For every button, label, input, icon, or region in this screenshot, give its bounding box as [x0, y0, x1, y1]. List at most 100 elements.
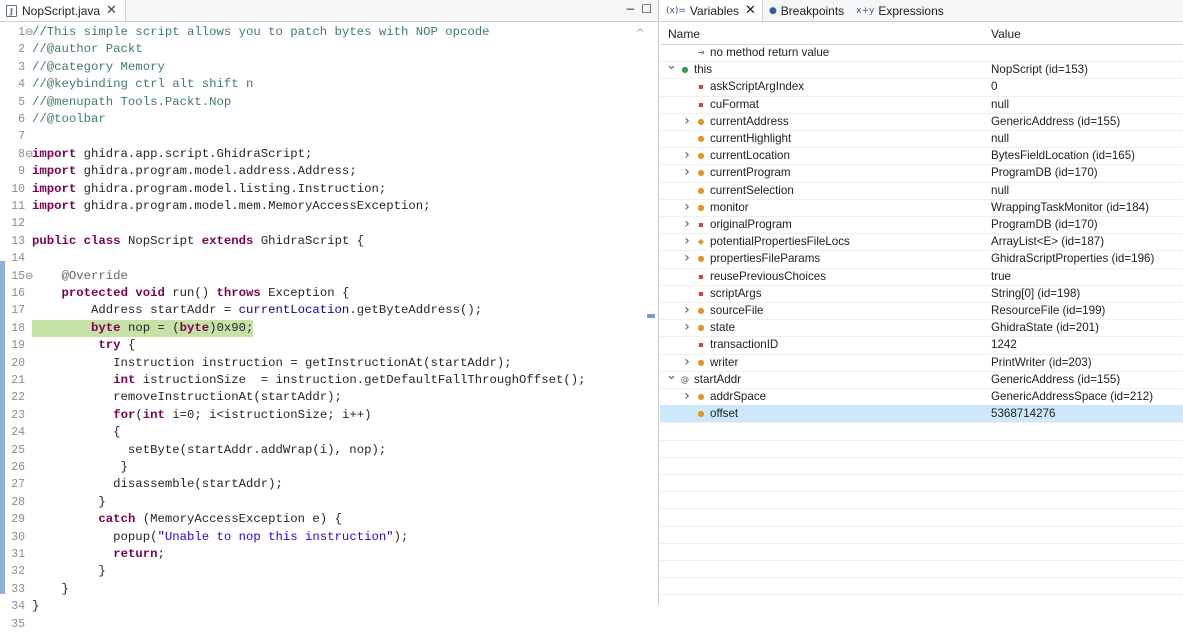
code-line[interactable]: 14 [0, 250, 658, 267]
variable-row[interactable]: › ▪ originalProgram ProgramDB (id=170) [660, 216, 1183, 233]
code-line[interactable]: 29 catch (MemoryAccessException e) { [0, 511, 658, 528]
variable-value: GenericAddressSpace (id=212) [991, 390, 1154, 403]
chevron-right-icon[interactable]: › [682, 354, 692, 371]
code-line[interactable]: 11 import ghidra.program.model.mem.Memory… [0, 198, 658, 215]
variable-row[interactable]: ⇥ no method return value [660, 44, 1183, 61]
variable-row[interactable]: ▪ askScriptArgIndex 0 [660, 78, 1183, 95]
variable-row[interactable]: ▪ scriptArgs String[0] (id=198) [660, 285, 1183, 302]
code-line[interactable]: 31 return; [0, 546, 658, 563]
variable-row[interactable]: › ● currentLocation BytesFieldLocation (id=… [660, 147, 1183, 164]
code-line[interactable]: 4 //@keybinding ctrl alt shift n [0, 76, 658, 93]
chevron-right-icon[interactable]: › [682, 147, 692, 164]
code-line[interactable]: 7 [0, 128, 658, 145]
code-text: //@menupath Tools.Packt.Nop [32, 94, 232, 109]
row-divider [660, 439, 1183, 441]
code-line[interactable]: 9 import ghidra.program.model.address.Add… [0, 163, 658, 180]
code-line[interactable]: 30 popup("Unable to nop this instruction… [0, 529, 658, 546]
value-column-header[interactable]: Value [991, 27, 1021, 41]
variable-row[interactable]: › ● state GhidraState (id=201) [660, 319, 1183, 336]
maximize-icon[interactable]: ☐ [641, 2, 652, 16]
code-line[interactable]: 20 Instruction instruction = getInstruct… [0, 355, 658, 372]
chevron-right-icon[interactable]: › [682, 199, 692, 216]
local-variable-icon: ● [681, 65, 689, 75]
variable-name: transactionID [710, 338, 779, 352]
code-line[interactable]: 10 import ghidra.program.model.listing.In… [0, 181, 658, 198]
code-line[interactable]: 27 disassemble(startAddr); [0, 476, 658, 493]
chevron-right-icon[interactable]: › [682, 302, 692, 319]
code-line[interactable]: 1 ⊖//This simple script allows you to pat… [0, 24, 658, 41]
name-column-header[interactable]: Name [668, 27, 700, 41]
close-icon[interactable]: ✕ [745, 3, 756, 18]
code-line[interactable]: 28 } [0, 494, 658, 511]
variable-row[interactable]: › ● addrSpace GenericAddressSpace (id=212) [660, 388, 1183, 405]
code-line[interactable]: 34} [0, 598, 658, 615]
variable-row[interactable]: ● currentHighlight null [660, 130, 1183, 147]
private-field-icon: ▪ [698, 99, 704, 109]
chevron-right-icon[interactable]: › [682, 233, 692, 250]
line-number: 35 [11, 617, 25, 631]
code-line[interactable]: 6 //@toolbar [0, 111, 658, 128]
scroll-up-icon[interactable]: ^ [636, 28, 644, 39]
tab-variables[interactable]: (x)= Variables ✕ [660, 0, 763, 21]
code-line[interactable]: 23 for(int i=0; i<istructionSize; i++) [0, 407, 658, 424]
code-line[interactable]: 33 } [0, 581, 658, 598]
chevron-right-icon[interactable]: › [682, 250, 692, 267]
variable-row[interactable]: › ● monitor WrappingTaskMonitor (id=184) [660, 199, 1183, 216]
tab-label: Variables [689, 3, 740, 18]
code-line[interactable]: 15 ⊖ @Override [0, 268, 658, 285]
chevron-right-icon[interactable]: › [682, 388, 692, 405]
code-line[interactable]: 17 Address startAddr = currentLocation.g… [0, 302, 658, 319]
code-line[interactable]: 12 [0, 215, 658, 232]
code-text: } [32, 494, 106, 509]
code-text: Address startAddr = currentLocation.getB… [32, 303, 483, 318]
variable-row[interactable]: › ● writer PrintWriter (id=203) [660, 354, 1183, 371]
variable-value: PrintWriter (id=203) [991, 355, 1092, 369]
variable-row[interactable]: › ● sourceFile ResourceFile (id=199) [660, 302, 1183, 319]
code-line[interactable]: 26 } [0, 459, 658, 476]
chevron-down-icon[interactable]: ⌄ [666, 57, 677, 74]
variable-row[interactable]: › ● currentProgram ProgramDB (id=170) [660, 164, 1183, 181]
variable-row[interactable]: ⌄ ● this NopScript (id=153) [660, 58, 1183, 78]
variable-row[interactable]: ▪ cuFormat null [660, 96, 1183, 113]
minimize-icon[interactable]: − [625, 2, 635, 16]
code-line[interactable]: 3 //@category Memory [0, 59, 658, 76]
close-icon[interactable]: ✕ [106, 3, 117, 18]
variable-row[interactable]: ▪ transactionID 1242 [660, 336, 1183, 353]
variable-row[interactable]: ● currentSelection null [660, 182, 1183, 199]
code-line[interactable]: 13 public class NopScript extends GhidraS… [0, 233, 658, 250]
line-number: 3 [18, 60, 25, 74]
code-line[interactable]: 35 [0, 616, 658, 633]
code-line[interactable]: 25 setByte(startAddr.addWrap(i), nop); [0, 442, 658, 459]
code-line[interactable]: 32 } [0, 563, 658, 580]
tab-expressions[interactable]: x+y Expressions [850, 0, 950, 21]
chevron-right-icon[interactable]: › [682, 216, 692, 233]
code-line[interactable]: 8 ⊖ import ghidra.app.script.GhidraScript; [0, 146, 658, 163]
code-area[interactable]: 1 ⊖//This simple script allows you to pat… [0, 22, 658, 631]
variable-row[interactable]: › ● propertiesFileParams GhidraScriptProper… [660, 250, 1183, 267]
line-number: 20 [11, 356, 25, 370]
chevron-down-icon[interactable]: ⌄ [666, 367, 677, 384]
code-line[interactable]: 21 int istructionSize = instruction.getD… [0, 372, 658, 389]
chevron-right-icon[interactable]: › [682, 164, 692, 181]
variable-row[interactable]: ⌄ @ startAddr GenericAddress (id=155) [660, 368, 1183, 388]
protected-field-icon: ● [697, 185, 705, 195]
java-file-icon: J [6, 4, 17, 17]
variable-value: BytesFieldLocation (id=165) [991, 149, 1136, 163]
code-line[interactable]: 18 byte nop = (byte)0x90; [0, 319, 658, 338]
code-line[interactable]: 16 protected void run() throws Exception… [0, 285, 658, 302]
code-line[interactable]: 19 try { [0, 337, 658, 354]
tab-breakpoints[interactable]: ● Breakpoints [763, 0, 850, 21]
variable-row[interactable]: ● offset 5368714276 [660, 405, 1183, 423]
code-line[interactable]: 5 //@menupath Tools.Packt.Nop [0, 94, 658, 111]
tab-nopscript-java[interactable]: J NopScript.java ✕ [0, 0, 126, 21]
variable-row[interactable]: ▪ reusePreviousChoices true [660, 268, 1183, 285]
code-text: import ghidra.program.model.listing.Inst… [32, 181, 387, 196]
overview-ruler-marker[interactable] [647, 314, 655, 318]
variable-row[interactable]: › ● currentAddress GenericAddress (id=155) [660, 113, 1183, 130]
code-line[interactable]: 24 { [0, 424, 658, 441]
variable-row[interactable]: › ◆ potentialPropertiesFileLocs ArrayList<E… [660, 233, 1183, 250]
code-line[interactable]: 2 //@author Packt [0, 41, 658, 58]
code-line[interactable]: 22 removeInstructionAt(startAddr); [0, 389, 658, 406]
chevron-right-icon[interactable]: › [682, 319, 692, 336]
chevron-right-icon[interactable]: › [682, 113, 692, 130]
